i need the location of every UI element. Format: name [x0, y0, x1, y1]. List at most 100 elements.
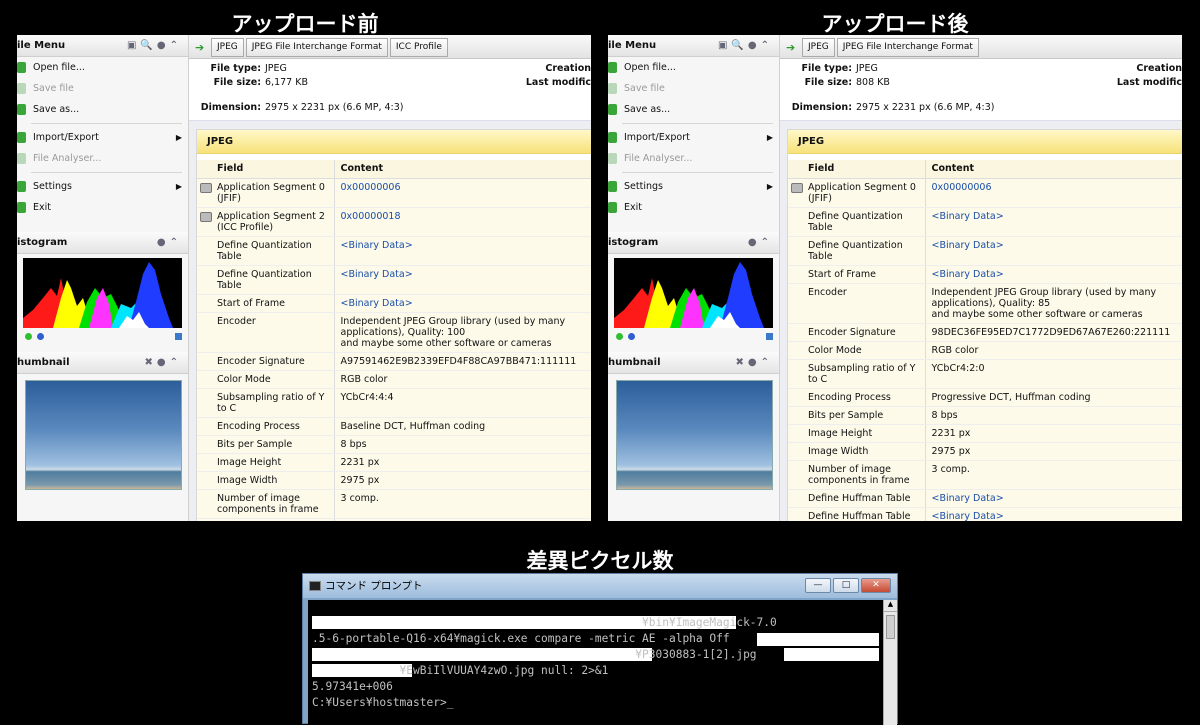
green-channel-icon[interactable]: [616, 333, 623, 340]
scrollbar-thumb[interactable]: [886, 615, 895, 639]
table-row[interactable]: Subsampling ratio of Y to C YCbCr4:4:4: [197, 388, 591, 418]
table-row[interactable]: Define Quantization Table <Binary Data>: [788, 236, 1182, 266]
content-cell: A97591462E9B2339EFD4F88CA97BB471:111111: [333, 352, 591, 371]
table-row[interactable]: Image Width 2975 px: [197, 471, 591, 490]
table-row[interactable]: Encoder Independent JPEG Group library (u…: [788, 283, 1182, 324]
column-field[interactable]: Field: [788, 160, 925, 179]
tab-icc-profile[interactable]: ICC Profile: [389, 38, 448, 57]
table-row[interactable]: Color Mode RGB color: [788, 341, 1182, 360]
menu-item-save-as[interactable]: Save as...: [17, 99, 188, 120]
content-cell[interactable]: <Binary Data>: [924, 264, 1182, 284]
panel-tools-icon[interactable]: ✖●⌃: [736, 352, 773, 374]
file-type-label: File type:: [801, 63, 852, 74]
file-size-value: 808 KB: [856, 77, 890, 88]
table-row[interactable]: Encoder Signature 98DEC36FE95ED7C1772D9ED…: [788, 323, 1182, 342]
table-row[interactable]: Start of Frame <Binary Data>: [197, 293, 591, 313]
field-cell: Image Width: [788, 442, 925, 461]
panel-tools-icon[interactable]: ✖●⌃: [145, 352, 182, 374]
menu-item-exit[interactable]: Exit: [608, 197, 779, 218]
table-row[interactable]: Define Quantization Table <Binary Data>: [788, 207, 1182, 237]
content-cell[interactable]: <Binary Data>: [924, 488, 1182, 508]
menu-item-import-export[interactable]: Import/Export ▶: [608, 127, 779, 148]
content-cell: RGB color: [924, 341, 1182, 360]
table-row[interactable]: Application Segment 2 (ICC Profile) 0x000…: [197, 207, 591, 237]
tab-jpeg-file-interchange-format[interactable]: JPEG File Interchange Format: [245, 38, 388, 57]
histogram-scale-icon[interactable]: [766, 333, 773, 340]
column-content[interactable]: Content: [333, 160, 591, 179]
table-row[interactable]: Encoding Process Baseline DCT, Huffman co…: [197, 417, 591, 436]
table-row[interactable]: Image Width 2975 px: [788, 442, 1182, 461]
table-row[interactable]: Encoding Process Progressive DCT, Huffman…: [788, 388, 1182, 407]
content-cell: RGB color: [333, 370, 591, 389]
table-row[interactable]: Bits per Sample 8 bps: [197, 435, 591, 454]
menu-item-label: Exit: [624, 202, 642, 213]
main-content: ➔ JPEG JPEG File Interchange Format File …: [780, 35, 1182, 521]
menu-item-open-file[interactable]: Open file...: [17, 57, 188, 78]
table-row[interactable]: Define Quantization Table <Binary Data>: [197, 236, 591, 266]
blue-channel-icon[interactable]: [37, 333, 44, 340]
menu-item-exit[interactable]: Exit: [17, 197, 188, 218]
column-field[interactable]: Field: [197, 160, 334, 179]
panel-tools-icon[interactable]: ●⌃: [157, 232, 182, 254]
maximize-button[interactable]: □: [833, 578, 859, 593]
menu-item-label: Exit: [33, 202, 51, 213]
menu-item-save-as[interactable]: Save as...: [608, 99, 779, 120]
field-cell: Image Width: [197, 471, 334, 490]
go-arrow-icon[interactable]: ➔: [786, 41, 795, 54]
table-row[interactable]: Application Segment 0 (JFIF) 0x00000006: [788, 178, 1182, 208]
panel-tools-icon[interactable]: ▣🔍●⌃: [127, 35, 182, 57]
table-row[interactable]: Start of Frame <Binary Data>: [788, 264, 1182, 284]
console-scrollbar[interactable]: ▲: [883, 600, 897, 725]
tab-jpeg[interactable]: JPEG: [802, 38, 835, 57]
menu-item-open-file[interactable]: Open file...: [608, 57, 779, 78]
file-menu-list: Open file... Save file Save as... Import/Ex…: [608, 57, 779, 218]
table-row[interactable]: Define Quantization Table <Binary Data>: [197, 265, 591, 295]
content-cell[interactable]: <Binary Data>: [924, 507, 1182, 521]
content-cell[interactable]: <Binary Data>: [924, 236, 1182, 266]
green-channel-icon[interactable]: [25, 333, 32, 340]
content-cell[interactable]: <Binary Data>: [333, 265, 591, 295]
table-row[interactable]: Application Segment 0 (JFIF) 0x00000006: [197, 178, 591, 208]
table-row[interactable]: Image Height 2231 px: [197, 453, 591, 472]
histogram-scale-icon[interactable]: [175, 333, 182, 340]
panel-tools-icon[interactable]: ▣🔍●⌃: [718, 35, 773, 57]
table-row[interactable]: Number of image components in frame 3 com…: [788, 460, 1182, 490]
table-row[interactable]: Color Mode RGB color: [197, 370, 591, 389]
go-arrow-icon[interactable]: ➔: [195, 41, 204, 54]
table-row[interactable]: Bits per Sample 8 bps: [788, 406, 1182, 425]
menu-item-settings[interactable]: Settings ▶: [17, 176, 188, 197]
minimize-button[interactable]: —: [805, 578, 831, 593]
scroll-up-icon[interactable]: ▲: [884, 600, 897, 612]
content-cell[interactable]: <Binary Data>: [924, 207, 1182, 237]
content-cell[interactable]: <Binary Data>: [333, 236, 591, 266]
console-output[interactable]: ¥bin¥ImageMagick-7.0 .5-6-portable-Q16-x…: [308, 600, 883, 725]
field-cell: Encoder Signature: [197, 352, 334, 371]
table-row[interactable]: Number of image components in frame 3 com…: [197, 489, 591, 519]
menu-separator: [622, 172, 773, 173]
field-cell: Application Segment 0 (JFIF): [788, 178, 925, 208]
table-row[interactable]: Image Height 2231 px: [788, 424, 1182, 443]
tab-list: JPEG JPEG File Interchange Format ICC Prof…: [211, 38, 450, 57]
console-line: .5-6-portable-Q16-x64¥magick.exe compare…: [312, 632, 730, 645]
content-cell[interactable]: <Binary Data>: [333, 293, 591, 313]
menu-item-save-file: Save file: [608, 78, 779, 99]
close-button[interactable]: ✕: [861, 578, 891, 593]
menu-item-import-export[interactable]: Import/Export ▶: [17, 127, 188, 148]
thumbnail-image: [25, 380, 182, 490]
file-menu-list: Open file... Save file Save as... Import/Ex…: [17, 57, 188, 218]
table-row[interactable]: Subsampling ratio of Y to C YCbCr4:2:0: [788, 359, 1182, 389]
sidebar: ile Menu ▣🔍●⌃ Open file... Save file Save …: [17, 35, 189, 521]
menu-item-settings[interactable]: Settings ▶: [608, 176, 779, 197]
table-row[interactable]: Encoder Independent JPEG Group library (u…: [197, 312, 591, 353]
table-row[interactable]: Define Huffman Table<Binary Data>: [788, 488, 1182, 508]
tab-jpeg-file-interchange-format[interactable]: JPEG File Interchange Format: [836, 38, 979, 57]
table-row[interactable]: Define Huffman Table<Binary Data>: [197, 517, 591, 521]
column-content[interactable]: Content: [924, 160, 1182, 179]
thumbnail-header: humbnail ✖●⌃: [608, 352, 779, 374]
blue-channel-icon[interactable]: [628, 333, 635, 340]
content-cell[interactable]: <Binary Data>: [333, 517, 591, 521]
table-row[interactable]: Encoder Signature A97591462E9B2339EFD4F88…: [197, 352, 591, 371]
tab-jpeg[interactable]: JPEG: [211, 38, 244, 57]
table-row[interactable]: Define Huffman Table<Binary Data>: [788, 507, 1182, 521]
panel-tools-icon[interactable]: ●⌃: [748, 232, 773, 254]
